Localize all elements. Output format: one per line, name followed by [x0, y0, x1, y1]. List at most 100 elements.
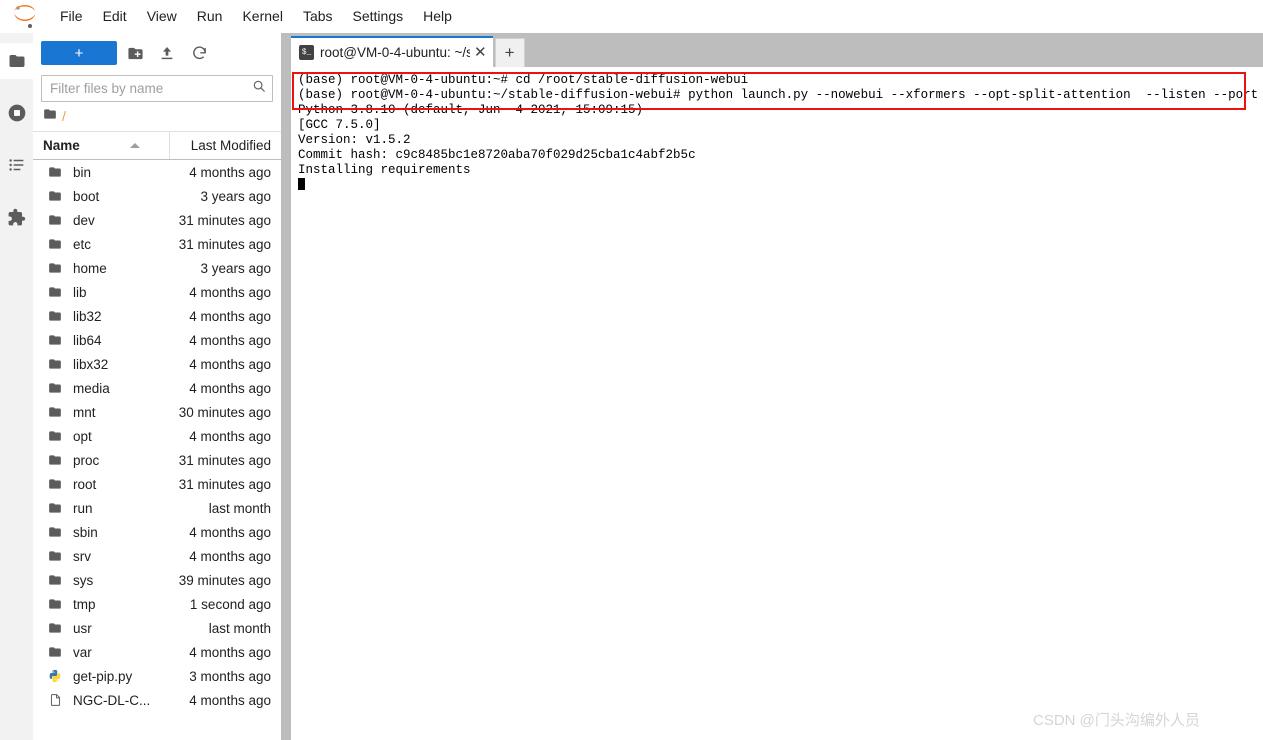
folder-icon — [43, 333, 67, 347]
file-last-modified: 4 months ago — [189, 548, 271, 564]
folder-icon — [43, 357, 67, 371]
file-list-item[interactable]: home 3 years ago — [33, 256, 281, 280]
breadcrumb-root[interactable]: / — [62, 108, 66, 124]
terminal-panel[interactable]: (base) root@VM-0-4-ubuntu:~# cd /root/st… — [291, 67, 1263, 740]
file-list-item[interactable]: mnt 30 minutes ago — [33, 400, 281, 424]
menu-item-edit[interactable]: Edit — [93, 0, 137, 33]
file-browser-panel: + Filter files by name / Name Last Modif… — [33, 33, 282, 740]
file-list-item[interactable]: libx32 4 months ago — [33, 352, 281, 376]
new-launcher-button[interactable]: + — [41, 41, 117, 65]
file-last-modified: 4 months ago — [189, 284, 271, 300]
file-name: usr — [73, 620, 92, 636]
watermark: CSDN @门头沟编外人员 — [1033, 712, 1200, 729]
terminal-line: (base) root@VM-0-4-ubuntu:~/stable-diffu… — [298, 88, 1263, 102]
file-name: boot — [73, 188, 100, 204]
menu-item-file[interactable]: File — [50, 0, 93, 33]
file-last-modified: 4 months ago — [189, 308, 271, 324]
file-list-item[interactable]: var 4 months ago — [33, 640, 281, 664]
file-list-item[interactable]: NGC-DL-C... 4 months ago — [33, 688, 281, 712]
menu-item-help[interactable]: Help — [413, 0, 462, 33]
file-browser-toolbar: + — [33, 33, 281, 73]
panel-splitter[interactable] — [281, 33, 291, 740]
add-tab-button[interactable]: + — [494, 38, 525, 67]
terminal-icon: $_ — [299, 45, 314, 60]
menu-item-tabs[interactable]: Tabs — [293, 0, 343, 33]
menu-item-view[interactable]: View — [137, 0, 187, 33]
folder-icon — [43, 213, 67, 227]
file-name: root — [73, 476, 97, 492]
file-last-modified: 4 months ago — [189, 332, 271, 348]
file-list-item[interactable]: usr last month — [33, 616, 281, 640]
close-icon[interactable]: ✕ — [474, 45, 487, 60]
refresh-icon[interactable] — [185, 41, 213, 65]
file-last-modified: 3 months ago — [189, 668, 271, 684]
jupyter-logo — [10, 4, 40, 30]
python-icon — [43, 669, 67, 683]
file-list-item[interactable]: get-pip.py 3 months ago — [33, 664, 281, 688]
file-last-modified: 39 minutes ago — [178, 572, 271, 588]
search-input[interactable] — [48, 80, 252, 97]
file-list: bin 4 months ago boot 3 years ago dev 31 minu… — [33, 160, 281, 740]
terminal-line: Commit hash: c9c8485bc1e8720aba70f029d25… — [298, 148, 696, 162]
terminal-line: Installing requirements — [298, 163, 471, 177]
file-name: lib — [73, 284, 87, 300]
commands-icon[interactable] — [0, 147, 33, 183]
extensions-icon[interactable] — [0, 199, 33, 235]
folder-icon — [43, 573, 67, 587]
file-last-modified: 4 months ago — [189, 380, 271, 396]
file-last-modified: 3 years ago — [200, 260, 271, 276]
column-header-name-label: Name — [43, 138, 80, 153]
file-list-item[interactable]: run last month — [33, 496, 281, 520]
file-list-item[interactable]: boot 3 years ago — [33, 184, 281, 208]
menu-bar: File Edit View Run Kernel Tabs Settings … — [0, 0, 1263, 34]
folder-icon — [43, 405, 67, 419]
terminal-line: Version: v1.5.2 — [298, 133, 411, 147]
file-name: opt — [73, 428, 92, 444]
file-list-item[interactable]: tmp 1 second ago — [33, 592, 281, 616]
file-last-modified: 4 months ago — [189, 644, 271, 660]
file-list-item[interactable]: sys 39 minutes ago — [33, 568, 281, 592]
file-name: run — [73, 500, 93, 516]
file-list-item[interactable]: etc 31 minutes ago — [33, 232, 281, 256]
column-header-name[interactable]: Name — [33, 138, 169, 153]
upload-icon[interactable] — [153, 41, 181, 65]
terminal-line: (base) root@VM-0-4-ubuntu:~# cd /root/st… — [298, 73, 749, 87]
tab-terminal[interactable]: $_ root@VM-0-4-ubuntu: ~/s ✕ — [291, 36, 493, 67]
main-area: $_ root@VM-0-4-ubuntu: ~/s ✕ + (base) ro… — [291, 33, 1263, 740]
file-name: NGC-DL-C... — [73, 692, 151, 708]
folder-icon — [43, 107, 57, 126]
file-filter-box[interactable] — [41, 75, 273, 102]
file-list-item[interactable]: lib32 4 months ago — [33, 304, 281, 328]
file-browser-icon[interactable] — [0, 43, 33, 79]
file-list-item[interactable]: proc 31 minutes ago — [33, 448, 281, 472]
menu-item-run[interactable]: Run — [187, 0, 233, 33]
running-sessions-icon[interactable] — [0, 95, 33, 131]
file-list-item[interactable]: media 4 months ago — [33, 376, 281, 400]
file-list-item[interactable]: dev 31 minutes ago — [33, 208, 281, 232]
file-last-modified: 4 months ago — [189, 524, 271, 540]
file-list-item[interactable]: lib 4 months ago — [33, 280, 281, 304]
file-name: etc — [73, 236, 92, 252]
menu-item-settings[interactable]: Settings — [343, 0, 414, 33]
file-name: bin — [73, 164, 92, 180]
folder-icon — [43, 621, 67, 635]
tab-bar: $_ root@VM-0-4-ubuntu: ~/s ✕ + — [291, 33, 1263, 67]
breadcrumb[interactable]: / — [33, 102, 281, 131]
folder-icon — [43, 189, 67, 203]
file-name: libx32 — [73, 356, 109, 372]
folder-icon — [43, 237, 67, 251]
new-folder-icon[interactable] — [121, 41, 149, 65]
file-list-item[interactable]: opt 4 months ago — [33, 424, 281, 448]
file-last-modified: 1 second ago — [189, 596, 271, 612]
file-name: dev — [73, 212, 95, 228]
file-list-item[interactable]: sbin 4 months ago — [33, 520, 281, 544]
file-list-item[interactable]: lib64 4 months ago — [33, 328, 281, 352]
file-list-item[interactable]: srv 4 months ago — [33, 544, 281, 568]
file-list-item[interactable]: root 31 minutes ago — [33, 472, 281, 496]
menu-item-kernel[interactable]: Kernel — [232, 0, 292, 33]
file-list-item[interactable]: bin 4 months ago — [33, 160, 281, 184]
file-last-modified: 3 years ago — [200, 188, 271, 204]
file-name: home — [73, 260, 107, 276]
column-header-last-modified[interactable]: Last Modified — [169, 132, 281, 159]
folder-icon — [43, 477, 67, 491]
